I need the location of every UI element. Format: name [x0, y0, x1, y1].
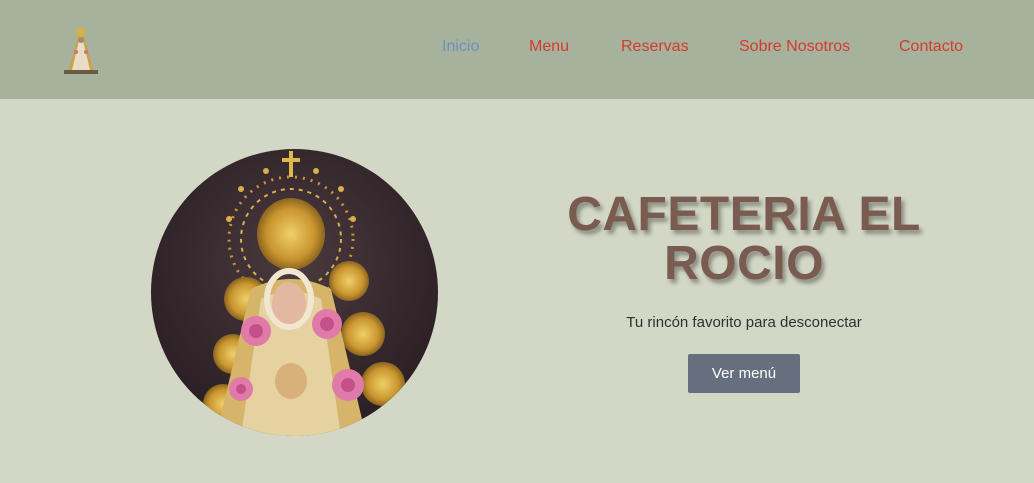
hero-title-line-2: ROCIO	[664, 237, 824, 290]
nav-item-inicio[interactable]: Inicio	[442, 38, 479, 56]
site-header: Inicio Menu Reservas Sobre Nosotros Cont…	[0, 0, 1034, 99]
nav-item-reservas[interactable]: Reservas	[621, 38, 689, 56]
hero-subtitle: Tu rincón favorito para desconectar	[626, 314, 862, 331]
hero-title-line-1: CAFETERIA EL	[567, 188, 921, 241]
nav-item-sobre-nosotros[interactable]: Sobre Nosotros	[739, 38, 850, 56]
main-nav: Inicio Menu Reservas Sobre Nosotros Cont…	[0, 38, 1034, 60]
nav-item-menu[interactable]: Menu	[529, 38, 569, 56]
hero-image	[151, 149, 438, 436]
nav-item-contacto[interactable]: Contacto	[899, 38, 963, 56]
hero-title: CAFETERIA EL ROCIO	[544, 190, 944, 288]
view-menu-button[interactable]: Ver menú	[688, 354, 800, 393]
